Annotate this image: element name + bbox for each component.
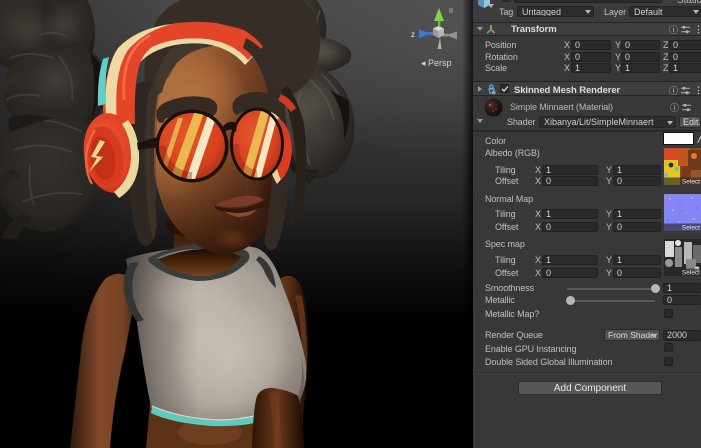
- svg-text:Select: Select: [682, 179, 700, 186]
- svg-text:z: z: [411, 30, 415, 39]
- svg-text:◂ Persp: ◂ Persp: [421, 58, 452, 68]
- svg-text:Select: Select: [682, 225, 700, 232]
- svg-text:Select: Select: [682, 270, 700, 277]
